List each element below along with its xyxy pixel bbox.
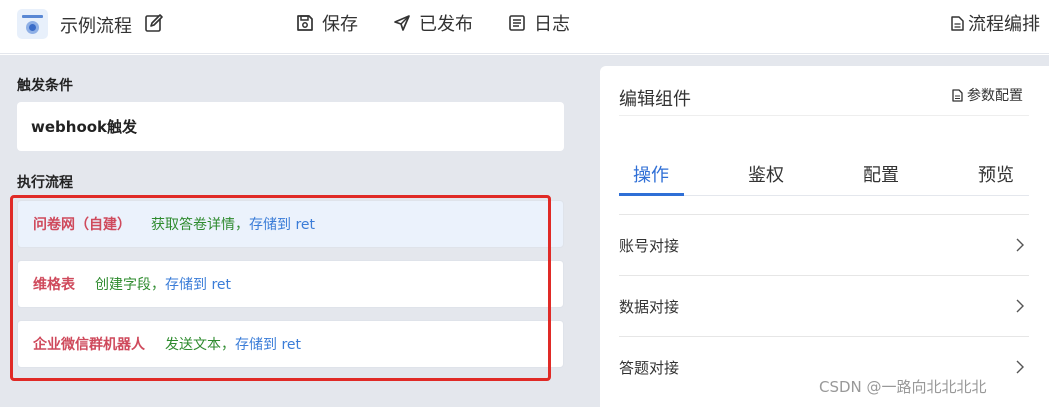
panel-title: 编辑组件 (619, 89, 691, 110)
tab-config[interactable]: 配置 (863, 161, 899, 187)
log-button[interactable]: 日志 (508, 11, 570, 35)
flow-arrange-label: 流程编排 (968, 14, 1040, 35)
document-icon (951, 15, 964, 31)
trigger-card[interactable]: webhook触发 (17, 102, 564, 151)
document-icon (952, 88, 963, 102)
chevron-right-icon (1016, 299, 1024, 313)
publish-button[interactable]: 已发布 (393, 11, 473, 35)
step-action: 获取答卷详情， (151, 217, 249, 233)
tab-preview[interactable]: 预览 (978, 161, 1014, 187)
flow-arrange-button[interactable]: 流程编排 (950, 11, 1040, 35)
collapse-row-account[interactable]: 账号对接 (619, 214, 1029, 275)
component-editor-panel: 编辑组件 参数配置 操作 鉴权 配置 预览 账号对接 数据对接 答题对接 (600, 66, 1049, 407)
row-label: 数据对接 (619, 297, 680, 316)
row-label: 账号对接 (619, 236, 680, 255)
top-bar: 示例流程 保存 已发布 日志 流程编排 (0, 0, 1049, 54)
step-name: 维格表 (33, 277, 75, 293)
save-icon (297, 15, 313, 31)
edit-icon[interactable] (144, 13, 164, 33)
send-icon (394, 15, 410, 31)
trigger-section-title: 触发条件 (17, 78, 73, 94)
param-config-label: 参数配置 (967, 88, 1023, 104)
step-action: 创建字段， (95, 277, 165, 293)
flow-name: 示例流程 (60, 16, 132, 37)
log-icon (509, 15, 525, 31)
chevron-right-icon (1016, 360, 1024, 374)
row-label: 答题对接 (619, 358, 680, 377)
param-config-button[interactable]: 参数配置 (951, 85, 1023, 105)
watermark: CSDN @一路向北北北北 (819, 378, 987, 396)
tab-auth[interactable]: 鉴权 (748, 161, 784, 187)
step-name: 问卷网（自建） (33, 217, 131, 233)
flow-step[interactable]: 维格表 创建字段， 存储到 ret (17, 260, 564, 308)
log-label: 日志 (534, 14, 570, 35)
step-store: 存储到 ret (235, 337, 302, 353)
trigger-value: webhook触发 (31, 118, 138, 136)
save-button[interactable]: 保存 (296, 11, 358, 35)
flow-step[interactable]: 问卷网（自建） 获取答卷详情， 存储到 ret (17, 200, 564, 248)
tab-operation[interactable]: 操作 (633, 161, 669, 187)
step-name: 企业微信群机器人 (33, 337, 145, 353)
step-store: 存储到 ret (165, 277, 232, 293)
step-store: 存储到 ret (249, 217, 316, 233)
save-label: 保存 (322, 14, 358, 35)
flow-section-title: 执行流程 (17, 175, 73, 191)
collapse-row-data[interactable]: 数据对接 (619, 275, 1029, 336)
step-action: 发送文本， (165, 337, 235, 353)
app-logo-icon (17, 9, 48, 39)
active-tab-indicator (619, 193, 684, 196)
divider (619, 115, 1029, 116)
chevron-right-icon (1016, 238, 1024, 252)
publish-label: 已发布 (419, 14, 473, 35)
flow-step[interactable]: 企业微信群机器人 发送文本， 存储到 ret (17, 320, 564, 368)
left-panel: 触发条件 webhook触发 执行流程 问卷网（自建） 获取答卷详情， 存储到 … (0, 55, 580, 407)
